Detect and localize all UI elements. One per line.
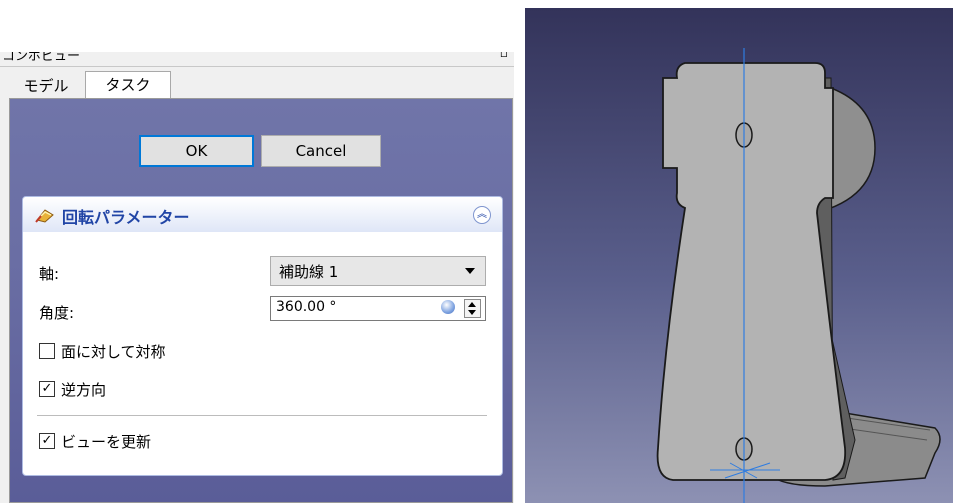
close-panel-icon[interactable]: ▫ bbox=[500, 52, 508, 60]
spin-up-icon[interactable] bbox=[468, 302, 476, 307]
expression-icon[interactable] bbox=[441, 300, 455, 314]
task-pane: OK Cancel 回転パラメーター ︽ 軸: 補助線 1 角度: 360.00… bbox=[9, 98, 513, 503]
angle-input[interactable]: 360.00 ° bbox=[270, 296, 486, 321]
divider bbox=[37, 415, 487, 416]
spin-down-icon[interactable] bbox=[468, 310, 476, 315]
revolution-parameters-header[interactable]: 回転パラメーター ︽ bbox=[23, 197, 502, 232]
angle-label: 角度: bbox=[39, 304, 75, 322]
combo-view-panel: コンボビュー ▫ モデル タスク OK Cancel 回転パラメーター ︽ 軸:… bbox=[0, 52, 514, 503]
cancel-button[interactable]: Cancel bbox=[261, 135, 381, 167]
panel-title: コンボビュー bbox=[2, 52, 81, 64]
tab-model[interactable]: モデル bbox=[8, 75, 84, 97]
symmetric-checkbox[interactable] bbox=[39, 343, 55, 359]
model-front-face bbox=[656, 62, 847, 481]
dropdown-arrow-icon bbox=[465, 268, 475, 274]
model-render bbox=[656, 48, 941, 503]
ok-button[interactable]: OK bbox=[139, 135, 254, 167]
revolution-parameters-title: 回転パラメーター bbox=[62, 208, 190, 227]
update-view-checkbox[interactable]: ✓ bbox=[39, 433, 55, 449]
axis-label: 軸: bbox=[39, 265, 60, 283]
axis-select-value: 補助線 1 bbox=[279, 263, 339, 281]
symmetric-label: 面に対して対称 bbox=[61, 343, 166, 361]
tab-bar: モデル タスク bbox=[0, 67, 514, 99]
revolution-parameters-box: 回転パラメーター ︽ 軸: 補助線 1 角度: 360.00 ° 面に対して対称 bbox=[22, 196, 503, 476]
3d-viewport[interactable] bbox=[525, 8, 953, 503]
reversed-checkbox[interactable]: ✓ bbox=[39, 381, 55, 397]
angle-spinner[interactable] bbox=[464, 299, 481, 318]
panel-title-bar: コンボビュー ▫ bbox=[0, 52, 514, 67]
angle-value: 360.00 ° bbox=[276, 299, 337, 315]
axis-select[interactable]: 補助線 1 bbox=[270, 256, 486, 286]
tab-task[interactable]: タスク bbox=[85, 71, 171, 99]
chevron-up-icon[interactable]: ︽ bbox=[473, 206, 491, 224]
revolution-icon bbox=[35, 209, 54, 223]
update-view-label: ビューを更新 bbox=[61, 433, 152, 451]
reversed-label: 逆方向 bbox=[61, 381, 107, 399]
